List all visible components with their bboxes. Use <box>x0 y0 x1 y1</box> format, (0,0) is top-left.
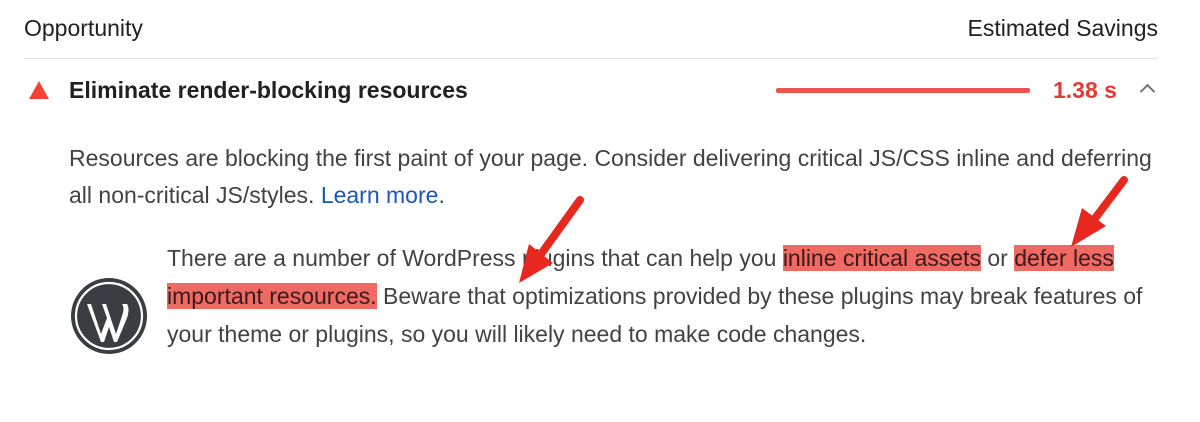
note-text-2: or <box>980 245 1015 271</box>
description-trailing: . <box>438 182 445 208</box>
opportunity-header: Opportunity Estimated Savings <box>24 0 1158 59</box>
wordpress-plugin-note: There are a number of WordPress plugins … <box>167 239 1157 353</box>
audit-description: Resources are blocking the first paint o… <box>69 140 1154 214</box>
note-text-1: There are a number of WordPress plugins … <box>167 245 783 271</box>
opportunity-column-label: Opportunity <box>24 15 143 41</box>
learn-more-link[interactable]: Learn more <box>321 182 439 208</box>
highlight-inline-critical-assets: inline critical assets <box>782 245 981 271</box>
savings-bar-fill <box>776 88 1030 93</box>
estimated-savings-column-label: Estimated Savings <box>967 15 1158 41</box>
warning-triangle-icon <box>29 81 49 99</box>
savings-value: 1.38 s <box>1053 77 1117 103</box>
audit-title: Eliminate render-blocking resources <box>69 77 468 103</box>
savings-bar <box>776 88 1030 93</box>
description-text: Resources are blocking the first paint o… <box>69 145 1152 208</box>
chevron-up-icon[interactable] <box>1139 83 1156 100</box>
wordpress-logo-icon <box>71 278 147 354</box>
audit-row-render-blocking[interactable]: Eliminate render-blocking resources 1.38… <box>24 59 1158 121</box>
